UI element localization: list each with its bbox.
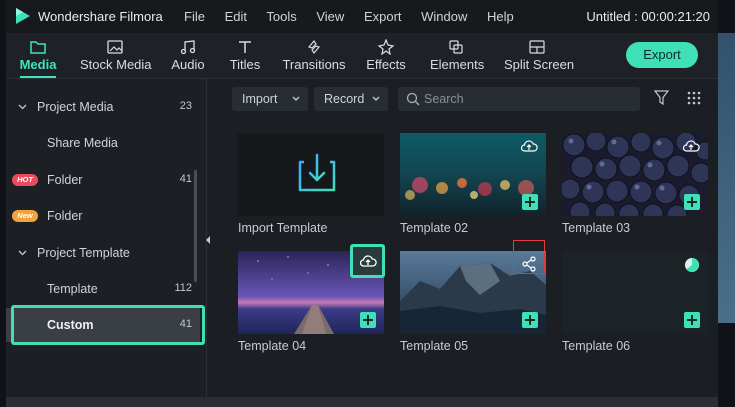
sidebar-item-count: 112 (174, 282, 192, 294)
card-name: Template 06 (562, 339, 631, 353)
tab-split-screen-label: Split Screen (504, 57, 575, 72)
main-toolbar: Media Stock Media Audio Titles Transitio… (6, 33, 718, 79)
template-thumbnail[interactable] (562, 251, 708, 334)
menu-bar: File Edit Tools View Export Window Help (184, 9, 530, 24)
progress-ring-icon (685, 258, 699, 272)
new-badge: New (12, 210, 38, 222)
grid-view-icon[interactable] (687, 91, 701, 105)
tab-media[interactable]: Media (18, 33, 58, 78)
import-dropdown[interactable]: Import (232, 87, 308, 111)
template-library: Import Record Search Import Template Tem… (216, 79, 718, 397)
media-sidebar: Project Media 23 Share Media HOT Folder … (6, 79, 207, 397)
preview-panel-edge (718, 33, 735, 323)
sidebar-item-label: Folder (47, 173, 83, 187)
sidebar-item-label: Project Template (37, 246, 130, 260)
tab-transitions-label: Transitions (282, 57, 346, 72)
image-icon (107, 40, 123, 54)
custom-highlight-frame (11, 305, 205, 345)
effects-icon (377, 39, 395, 55)
split-screen-icon (529, 40, 545, 54)
sidebar-scrollbar[interactable] (194, 170, 197, 282)
import-dropdown-label: Import (242, 92, 278, 106)
menu-tools[interactable]: Tools (266, 9, 296, 24)
menu-edit[interactable]: Edit (225, 9, 247, 24)
menu-window[interactable]: Window (421, 9, 467, 24)
tab-titles[interactable]: Titles (227, 33, 263, 78)
title-bar: Wondershare Filmora File Edit Tools View… (6, 0, 718, 34)
chevron-down-icon (292, 96, 300, 101)
tab-transitions[interactable]: Transitions (282, 33, 346, 78)
search-input[interactable]: Search (398, 87, 640, 111)
filmora-logo-icon (16, 8, 30, 24)
sidebar-item-project-media[interactable]: Project Media 23 (6, 90, 200, 124)
sidebar-item-folder-new[interactable]: New Folder (6, 199, 200, 233)
add-template-button[interactable] (522, 312, 538, 328)
add-template-button[interactable] (684, 312, 700, 328)
chevron-down-icon (372, 96, 380, 101)
import-download-icon (298, 153, 336, 192)
menu-file[interactable]: File (184, 9, 205, 24)
tab-elements[interactable]: Elements (430, 33, 485, 78)
tab-effects-label: Effects (366, 57, 406, 72)
tab-stock-media[interactable]: Stock Media (80, 33, 152, 78)
cloud-upload-icon[interactable] (520, 139, 538, 153)
tab-media-label: Media (19, 57, 57, 72)
sidebar-item-folder-hot[interactable]: HOT Folder 41 (6, 163, 200, 197)
card-name: Template 02 (400, 221, 469, 235)
menu-export[interactable]: Export (364, 9, 402, 24)
tab-stock-media-label: Stock Media (80, 57, 152, 72)
import-template-thumbnail[interactable] (238, 133, 384, 216)
card-name: Template 03 (562, 221, 631, 235)
text-icon (239, 41, 251, 53)
tab-audio-label: Audio (171, 57, 205, 72)
add-template-button[interactable] (522, 194, 538, 210)
share-highlight-frame (513, 240, 545, 274)
tab-split-screen[interactable]: Split Screen (504, 33, 575, 78)
card-name: Template 04 (238, 339, 307, 353)
transitions-icon (307, 39, 321, 55)
chevron-down-icon (18, 104, 27, 110)
export-button[interactable]: Export (626, 42, 698, 68)
tab-titles-label: Titles (229, 57, 261, 72)
search-icon (406, 92, 420, 106)
record-dropdown[interactable]: Record (314, 87, 388, 111)
sidebar-item-count: 23 (179, 100, 192, 112)
cloud-upload-icon[interactable] (682, 139, 700, 153)
menu-help[interactable]: Help (487, 9, 514, 24)
add-template-button[interactable] (684, 194, 700, 210)
menu-view[interactable]: View (316, 9, 344, 24)
chevron-down-icon (18, 250, 27, 256)
collapse-panel-icon[interactable] (205, 236, 211, 244)
add-template-button[interactable] (360, 312, 376, 328)
tab-effects[interactable]: Effects (366, 33, 406, 78)
card-name: Import Template (238, 221, 328, 235)
hot-badge: HOT (12, 174, 38, 186)
filmora-window: Wondershare Filmora File Edit Tools View… (6, 0, 718, 407)
sidebar-item-label: Template (47, 282, 98, 296)
tab-audio[interactable]: Audio (168, 33, 208, 78)
folder-icon (30, 41, 46, 54)
tab-elements-label: Elements (430, 57, 485, 72)
template-thumbnail[interactable] (562, 133, 708, 216)
elements-icon (449, 40, 463, 54)
bottom-panel-edge (6, 397, 718, 407)
search-placeholder: Search (424, 92, 464, 106)
sidebar-item-label: Project Media (37, 100, 114, 114)
cloud-upload-button[interactable] (350, 244, 385, 278)
filter-icon[interactable] (654, 90, 669, 105)
project-title: Untitled : 00:00:21:20 (586, 9, 710, 24)
card-name: Template 05 (400, 339, 469, 353)
sidebar-item-count: 41 (179, 173, 192, 185)
app-name: Wondershare Filmora (38, 9, 163, 24)
sidebar-item-share-media[interactable]: Share Media (6, 126, 200, 160)
sidebar-item-template[interactable]: Template 112 (6, 272, 200, 306)
music-note-icon (180, 40, 196, 55)
sidebar-item-project-template[interactable]: Project Template (6, 236, 200, 270)
sidebar-item-label: Share Media (47, 136, 118, 150)
sidebar-item-label: Folder (47, 209, 83, 223)
template-thumbnail[interactable] (400, 133, 546, 216)
cloud-upload-icon (359, 255, 377, 267)
record-dropdown-label: Record (324, 92, 365, 106)
